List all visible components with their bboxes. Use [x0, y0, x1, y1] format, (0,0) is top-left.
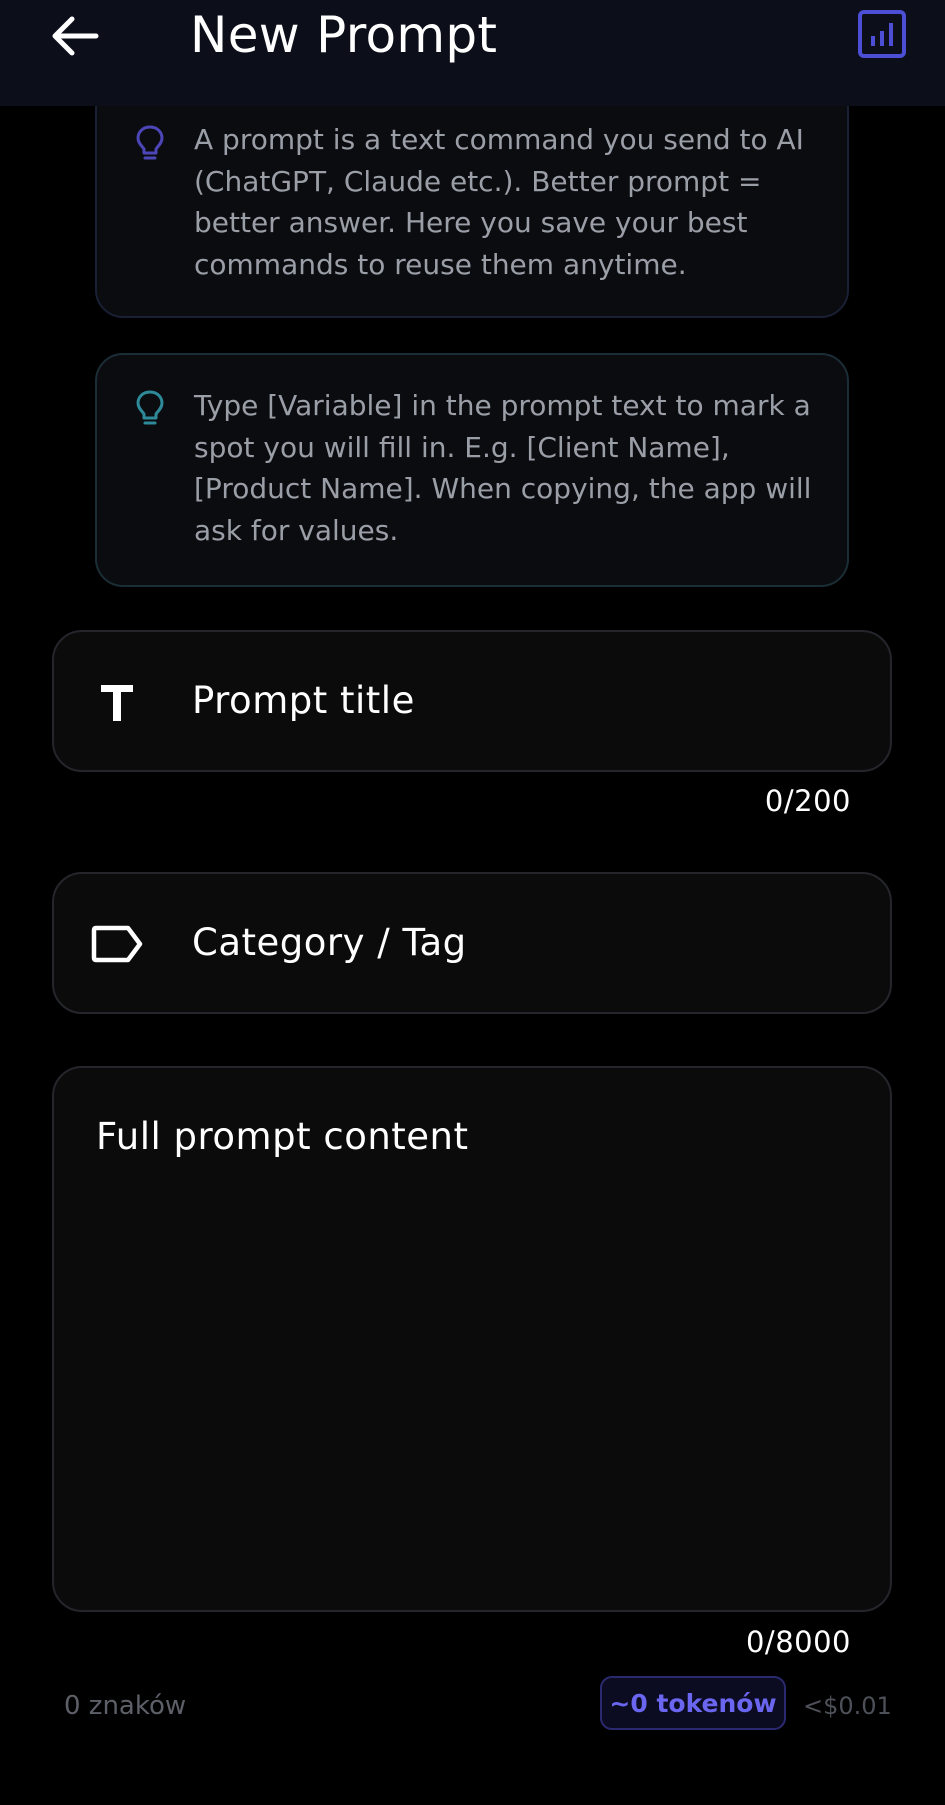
prompt-title-placeholder: Prompt title	[192, 679, 415, 722]
bar-chart-icon	[858, 10, 906, 58]
arrow-left-icon	[52, 16, 99, 56]
token-count-badge: ~0 tokenów	[600, 1676, 786, 1730]
back-button[interactable]	[40, 6, 110, 66]
info-card-variables: Type [Variable] in the prompt text to ma…	[95, 353, 849, 587]
statistics-button[interactable]	[856, 8, 908, 60]
text-t-icon	[90, 678, 144, 726]
content-char-counter: 0/8000	[745, 1625, 851, 1659]
page-title: New Prompt	[190, 6, 498, 64]
tag-icon	[90, 920, 144, 968]
prompt-content-textarea[interactable]: Full prompt content	[52, 1066, 892, 1612]
category-tag-placeholder: Category / Tag	[192, 921, 467, 964]
top-app-bar: New Prompt	[0, 0, 945, 106]
title-char-counter: 0/200	[764, 784, 851, 818]
lightbulb-icon	[136, 390, 164, 425]
cost-estimate-label: <$0.01	[803, 1692, 892, 1720]
info-text: Type [Variable] in the prompt text to ma…	[194, 389, 812, 547]
prompt-title-input[interactable]: Prompt title	[52, 630, 892, 772]
lightbulb-icon	[136, 125, 164, 160]
category-tag-input[interactable]: Category / Tag	[52, 872, 892, 1014]
info-text: A prompt is a text command you send to A…	[194, 123, 804, 281]
char-count-label: 0 znaków	[64, 1691, 187, 1721]
prompt-content-placeholder: Full prompt content	[96, 1115, 469, 1158]
